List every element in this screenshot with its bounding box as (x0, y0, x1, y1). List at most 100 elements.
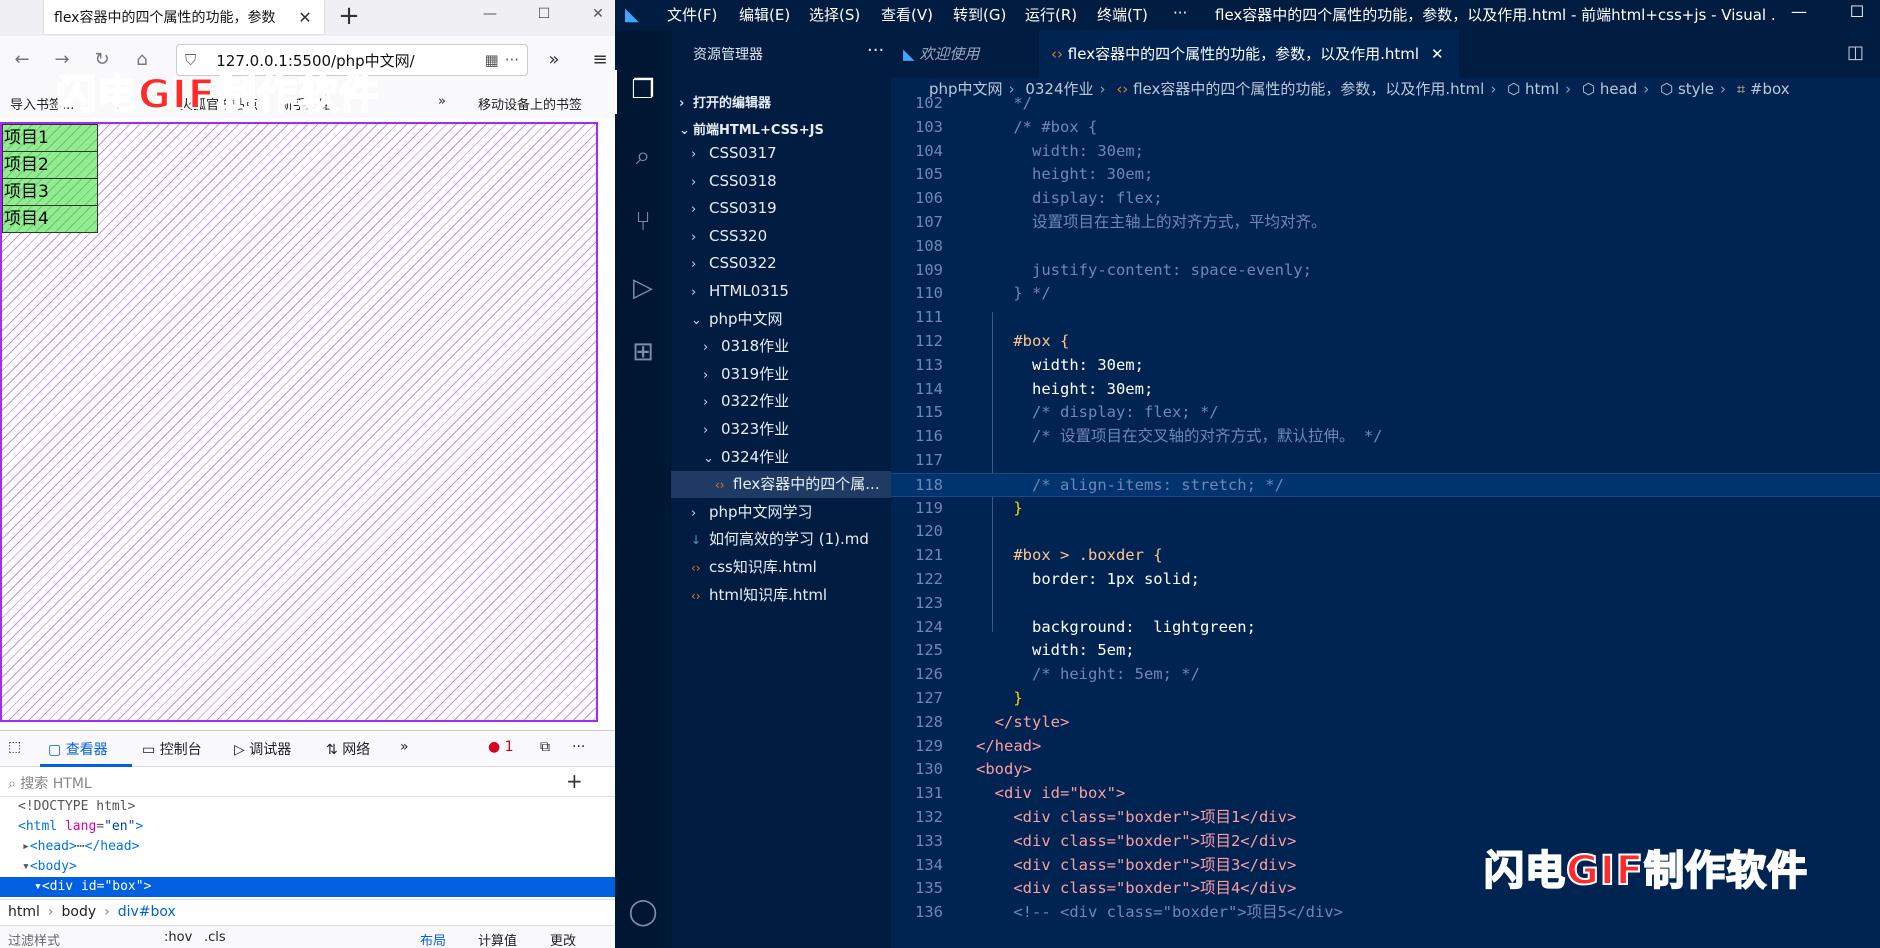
chevron-right-icon: › (691, 257, 697, 273)
menu-edit[interactable]: 编辑(E) (739, 4, 790, 25)
dom-node-html[interactable]: <html lang="en"> (0, 817, 615, 837)
explorer-item[interactable]: ‹› html知识库.html (671, 582, 891, 609)
menu-file[interactable]: 文件(F) (667, 4, 717, 25)
explorer-item[interactable]: ⌄ php中文网 (671, 306, 891, 333)
line-number: 126 (915, 665, 943, 684)
explorer-item[interactable]: › php中文网学习 (671, 499, 891, 526)
open-editors-section[interactable]: › 打开的编辑器 (671, 90, 891, 117)
page-actions-icon[interactable]: ··· (505, 51, 519, 69)
close-tab-icon[interactable]: ✕ (1431, 45, 1444, 63)
code-text: } */ (976, 284, 1051, 303)
explorer-item[interactable]: › CSS320 (671, 223, 891, 250)
code-text: height: 30em; (976, 379, 1154, 398)
line-number: 128 (915, 712, 943, 731)
error-count-badge[interactable]: ● 1 (488, 739, 514, 755)
code-line: 122 border: 1px solid; (891, 568, 1880, 592)
tab-inspector[interactable]: ▢ 查看器 (48, 739, 108, 759)
line-number: 107 (915, 213, 943, 231)
qr-icon[interactable]: ▦ (485, 51, 499, 69)
add-node-icon[interactable]: + (566, 769, 583, 793)
flex-box-preview: 项目1 项目2 项目3 项目4 (0, 122, 598, 722)
explorer-item[interactable]: ‹› css知识库.html (671, 554, 891, 581)
explorer-item[interactable]: › 0322作业 (671, 388, 891, 415)
new-tab-icon[interactable]: + (334, 2, 364, 32)
code-line: 118 /* align-items: stretch; */ (891, 472, 1880, 497)
dom-node-doctype[interactable]: <!DOCTYPE html> (0, 797, 615, 817)
tab-welcome[interactable]: ◣ 欢迎使用 (891, 30, 1039, 78)
chevron-right-icon: › (691, 505, 697, 521)
menu-view[interactable]: 查看(V) (881, 4, 933, 25)
maximize-icon[interactable]: ☐ (524, 0, 564, 30)
explorer-item[interactable]: › CSS0318 (671, 168, 891, 195)
menu-icon[interactable]: ≡ (586, 46, 614, 74)
browser-tab[interactable]: flex容器中的四个属性的功能，参数 ✕ (44, 0, 324, 34)
menu-selection[interactable]: 选择(S) (809, 4, 860, 25)
run-debug-icon[interactable]: ▷ (627, 272, 659, 304)
split-editor-icon[interactable]: ◫ (1847, 42, 1864, 63)
cls-button[interactable]: .cls (204, 930, 226, 945)
explorer-item[interactable]: ↓ 如何高效的学习 (1).md (671, 526, 891, 553)
tab-debugger[interactable]: ▷ 调试器 (234, 739, 291, 759)
explorer-icon[interactable]: ❐ (627, 74, 659, 106)
code-line: 119 } (891, 497, 1880, 521)
responsive-icon[interactable]: ⧉ (540, 739, 550, 755)
line-number: 111 (915, 308, 943, 327)
chevron-right-icon: › (691, 285, 697, 300)
tab-network[interactable]: ⇅ 网络 (326, 739, 370, 759)
explorer-more-icon[interactable]: ··· (867, 40, 884, 61)
vscode-minimize-icon[interactable]: — (1779, 2, 1819, 21)
hov-button[interactable]: :hov (164, 930, 192, 945)
menu-more[interactable]: ··· (1173, 4, 1187, 22)
html-file-icon: ‹› (1051, 45, 1063, 63)
overflow-icon[interactable]: » (540, 46, 568, 74)
dom-node-body[interactable]: ▾<body> (0, 857, 615, 877)
tab-changes[interactable]: 更改 (550, 930, 576, 948)
explorer-item[interactable]: › CSS0317 (671, 140, 891, 167)
more-tabs-icon[interactable]: » (400, 739, 409, 755)
explorer-item-label: flex容器中的四个属... (733, 475, 880, 494)
html-search-input[interactable]: ⌕ 搜索 HTML + (0, 767, 615, 797)
source-control-icon[interactable]: ⑂ (627, 206, 659, 238)
explorer-item-label: CSS0322 (709, 254, 777, 273)
line-number: 118 (915, 475, 943, 494)
tab-computed[interactable]: 计算值 (478, 930, 517, 948)
bookmarks-overflow-icon[interactable]: » (438, 94, 446, 109)
search-icon[interactable]: ⌕ (627, 140, 659, 172)
code-line: 114 height: 30em; (891, 378, 1880, 402)
close-tab-icon[interactable]: ✕ (296, 8, 314, 27)
explorer-item[interactable]: › 0318作业 (671, 333, 891, 360)
menu-run[interactable]: 运行(R) (1025, 4, 1077, 25)
code-text: border: 1px solid; (976, 570, 1200, 588)
bookmark-mobile[interactable]: 移动设备上的书签 (478, 94, 582, 113)
window-close-icon[interactable]: ✕ (578, 0, 615, 30)
code-line: 115 /* display: flex; */ (891, 401, 1880, 425)
dom-node-div-box[interactable]: ▾<div id="box"> (0, 877, 615, 897)
extensions-icon[interactable]: ⊞ (627, 336, 659, 368)
element-picker-icon[interactable]: ⬚ (8, 739, 21, 755)
explorer-item[interactable]: ‹› flex容器中的四个属... (671, 471, 891, 499)
explorer-item[interactable]: › HTML0315 (671, 278, 891, 305)
dom-node-head[interactable]: ▸<head>⋯</head> (0, 837, 615, 857)
tab-flex-html[interactable]: ‹› flex容器中的四个属性的功能，参数，以及作用.html ✕ (1039, 30, 1459, 78)
account-icon[interactable]: ◯ (627, 896, 659, 928)
code-editor[interactable]: 102 */103 /* #box {104 width: 30em; 105 h… (891, 94, 1880, 948)
code-text: width: 30em; (976, 355, 1144, 374)
explorer-item[interactable]: › 0319作业 (671, 361, 891, 388)
line-number: 131 (915, 784, 943, 803)
tab-layout[interactable]: 布局 (420, 930, 446, 948)
explorer-item[interactable]: › CSS0322 (671, 250, 891, 277)
explorer-item[interactable]: ⌄ 0324作业 (671, 444, 891, 471)
menu-terminal[interactable]: 终端(T) (1097, 4, 1148, 25)
explorer-item[interactable]: › 0323作业 (671, 416, 891, 443)
chevron-right-icon: › (703, 423, 709, 438)
line-number: 114 (915, 379, 943, 398)
minimize-icon[interactable]: — (470, 0, 510, 30)
filter-styles-input[interactable]: 过滤样式 (8, 934, 60, 948)
devtools-menu-icon[interactable]: ··· (572, 739, 585, 755)
vscode-maximize-icon[interactable]: ☐ (1837, 2, 1877, 21)
line-number: 102 (915, 94, 943, 112)
menu-go[interactable]: 转到(G) (953, 4, 1006, 25)
tab-console[interactable]: ▭ 控制台 (142, 739, 202, 759)
explorer-item[interactable]: › CSS0319 (671, 195, 891, 222)
back-icon[interactable]: ← (8, 46, 36, 74)
